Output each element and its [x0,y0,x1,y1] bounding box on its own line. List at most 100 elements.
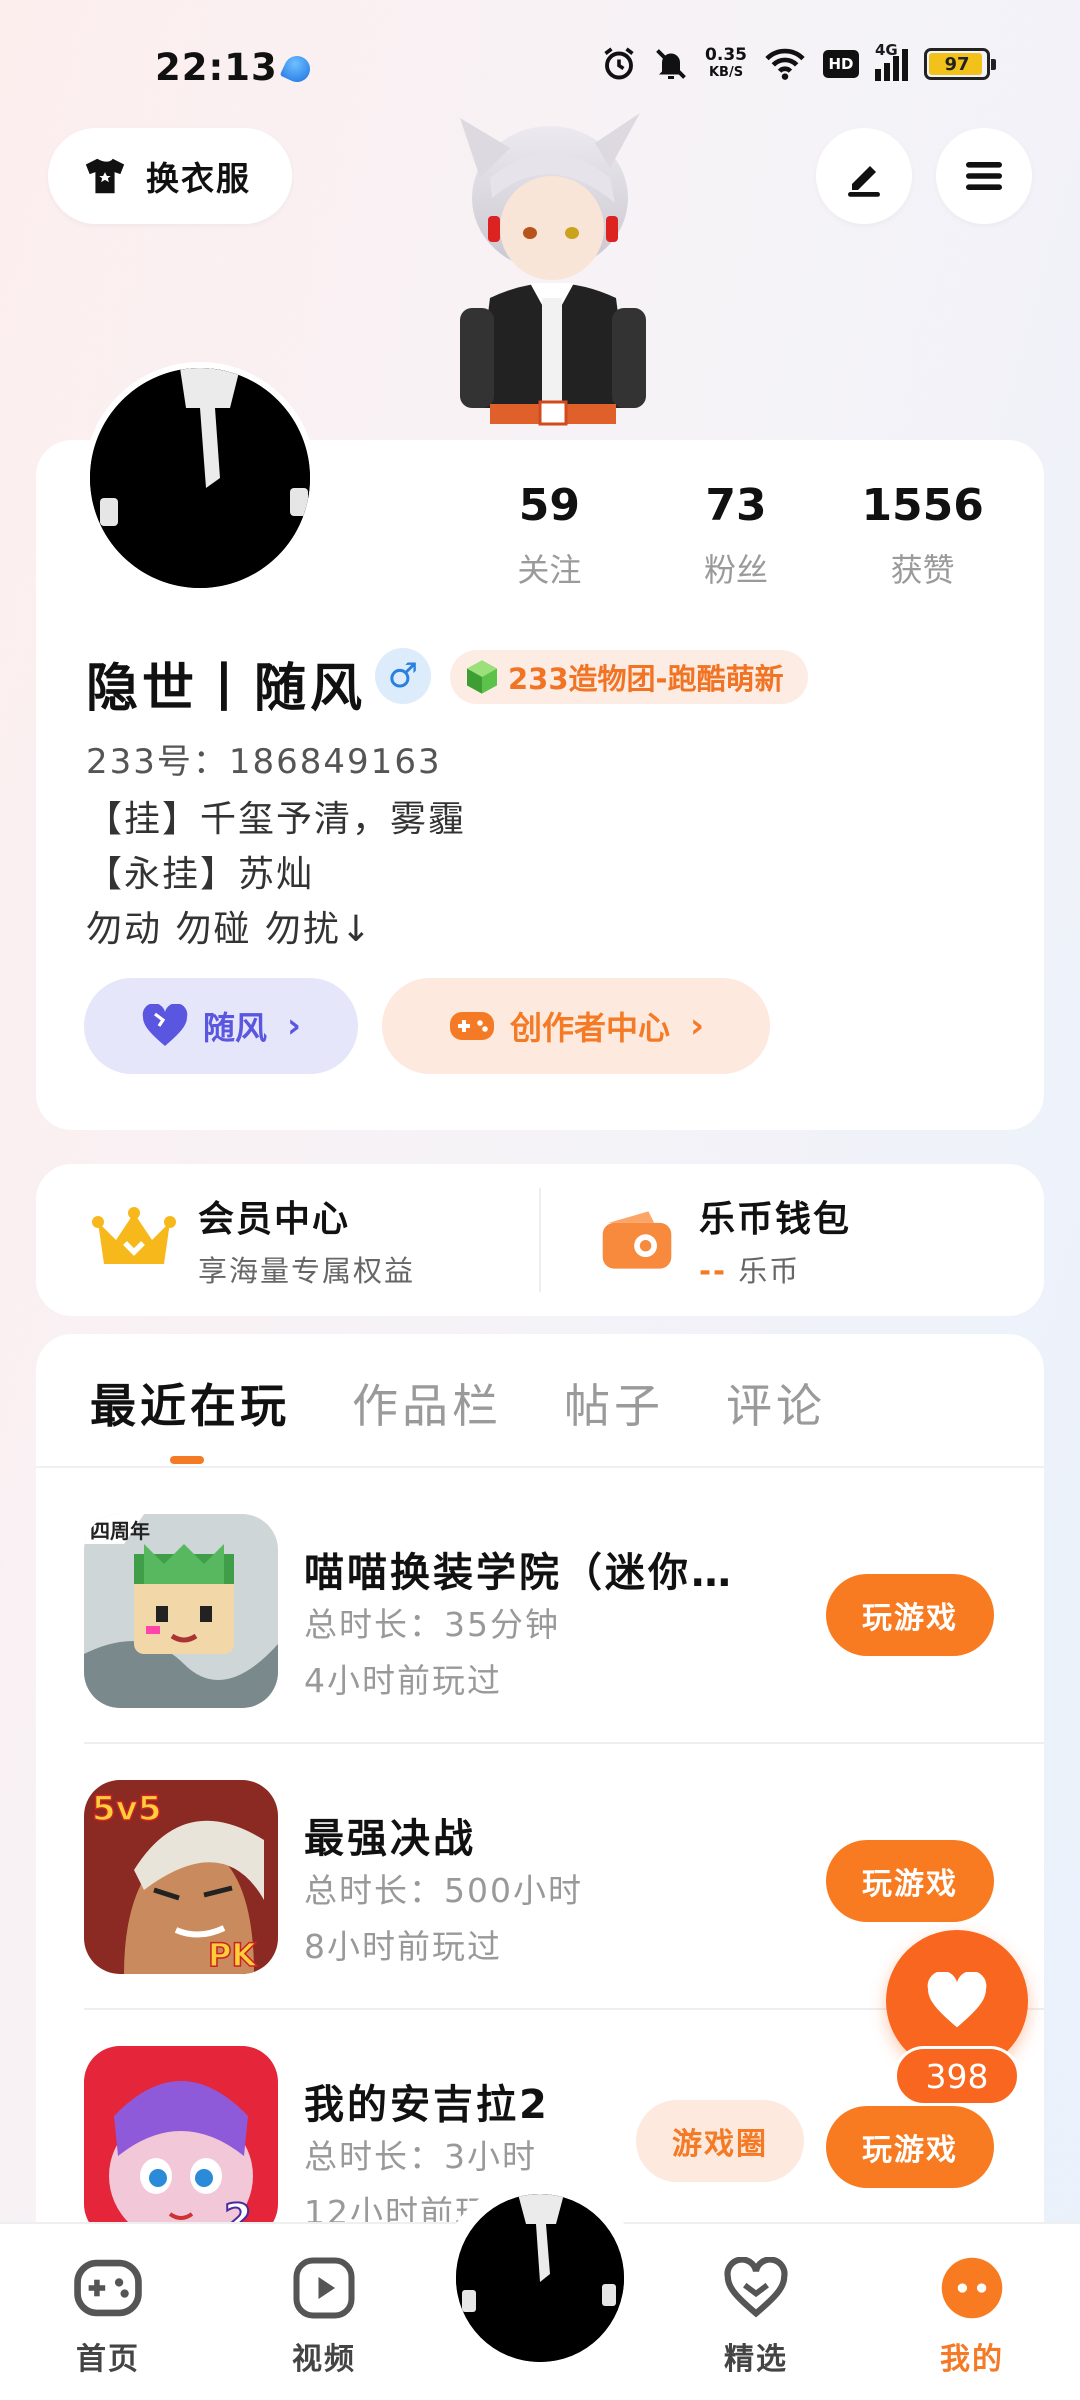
wallet[interactable]: 乐币钱包 -- 乐币 [541,1164,1044,1316]
divider [36,1466,1044,1468]
stat-following-label: 关注 [517,551,582,589]
network-type: 4G [875,41,898,59]
edit-profile-button[interactable] [816,128,912,224]
nav-video-label: 视频 [292,2342,356,2377]
wifi-icon [765,48,805,80]
wallet-balance: -- 乐币 [699,1248,851,1290]
wallet-unit: 乐币 [738,1254,801,1288]
name-chip-label: 随风 [202,1009,267,1047]
game-duration: 总时长：35分钟 [304,1605,560,1644]
status-time: 22:13 [155,46,278,89]
chevron-right-icon: › [690,1006,705,1046]
stat-followers[interactable]: 73 粉丝 [643,480,830,600]
play-game-button[interactable]: 玩游戏 [826,1840,994,1922]
bio-line: 【挂】千玺予清，雾霾 [86,799,467,840]
gamepad-icon [72,2254,144,2322]
network-speed: 0.35 KB/S [705,47,747,81]
mine-icon [936,2254,1008,2322]
wallet-icon [602,1211,672,1269]
signal-icon: 4G [875,41,908,81]
stat-following-value: 59 [518,480,580,531]
svg-text:5v5: 5v5 [92,1789,161,1829]
member-center-subtitle: 享海量专属权益 [198,1254,416,1288]
crown-icon [92,1207,176,1264]
edit-icon [848,166,880,197]
stat-likes[interactable]: 1556 获赞 [829,480,1016,600]
game-icon-miaomiao: 四周年 [84,1514,278,1708]
speed-unit: KB/S [708,65,744,80]
battery-level: 97 [944,53,970,75]
tab-comments[interactable]: 评论 [726,1370,826,1436]
avatar-character-illustration [460,113,646,426]
game-row[interactable]: 四周年 喵喵换装学院（迷你… 总时长：35分钟 4小时前玩过 玩游戏 [84,1514,1044,1710]
creator-center-button[interactable]: 创作者中心 › [382,978,770,1074]
group-tag-label: 233造物团-跑酷萌新 [508,662,784,696]
bio-line: 勿动 勿碰 勿扰↓ [86,909,374,950]
app-notification-icon [279,51,315,87]
bio-line: 【永挂】苏灿 [86,854,315,895]
nav-featured[interactable]: 精选 [696,2254,816,2378]
wallet-title: 乐币钱包 [699,1199,852,1240]
profile-tabs: 最近在玩 作品栏 帖子 评论 [90,1370,826,1436]
stat-followers-label: 粉丝 [704,551,769,589]
nav-mine-label: 我的 [940,2342,1004,2377]
game-last-played: 4小时前玩过 [304,1661,502,1700]
nav-avatar-button[interactable] [456,2194,624,2362]
game-duration: 总时长：500小时 [304,1871,583,1910]
nav-mine[interactable]: 我的 [912,2254,1032,2378]
avatar[interactable] [84,362,316,594]
profile-stats: 59 关注 73 粉丝 1556 获赞 [456,480,1016,600]
nav-home[interactable]: 首页 [48,2254,168,2378]
svg-text:四周年: 四周年 [90,1519,150,1543]
heart-icon [142,1004,188,1046]
game-name: 喵喵换装学院（迷你… [304,1550,734,1596]
stat-likes-value: 1556 [861,480,984,531]
game-name: 我的安吉拉2 [304,2082,550,2128]
game-icon-angela: 2 [84,2046,278,2240]
hd-badge: HD [823,50,859,78]
member-center[interactable]: 会员中心 享海量专属权益 [36,1164,539,1316]
nav-home-label: 首页 [76,2342,140,2377]
like-heart-icon [927,1972,987,2028]
name-chip-button[interactable]: 随风 › [84,978,358,1074]
tab-works[interactable]: 作品栏 [352,1370,502,1436]
game-name: 最强决战 [304,1816,476,1862]
tab-indicator [170,1456,204,1464]
gamepad-icon [449,1012,494,1040]
alarm-icon [604,47,634,80]
creator-center-label: 创作者中心 [509,1009,670,1047]
wardrobe-button[interactable]: 换衣服 [48,128,292,224]
bio: 【挂】千玺予清，雾霾 【永挂】苏灿 勿动 勿碰 勿扰↓ [86,792,466,957]
stat-followers-value: 73 [705,480,767,531]
game-circle-button[interactable]: 游戏圈 [636,2100,804,2182]
mute-icon [656,49,686,79]
user-id: 233号：186849163 [86,742,442,782]
like-count: 398 [894,2046,1020,2106]
stat-following[interactable]: 59 关注 [456,480,643,600]
wallet-value: -- [699,1254,728,1288]
speed-value: 0.35 [705,45,747,65]
svg-text:PK: PK [208,1936,257,1974]
cube-icon [467,660,497,694]
tab-recently-played[interactable]: 最近在玩 [90,1370,290,1436]
tab-posts[interactable]: 帖子 [564,1370,664,1436]
game-last-played: 8小时前玩过 [304,1927,502,1966]
nav-featured-label: 精选 [724,2342,788,2377]
member-center-title: 会员中心 [198,1199,351,1240]
play-game-button[interactable]: 玩游戏 [826,2106,994,2188]
vip-wallet-card: 会员中心 享海量专属权益 乐币钱包 -- 乐币 [36,1164,1044,1316]
heart-outline-icon [720,2254,792,2322]
menu-icon [966,162,1002,190]
menu-button[interactable] [936,128,1032,224]
gender-male-icon: ♂ [375,648,431,704]
stat-likes-label: 获赞 [890,551,955,589]
battery-icon: 97 [924,48,996,80]
nav-video[interactable]: 视频 [264,2254,384,2378]
chevron-right-icon: › [287,1006,302,1046]
divider [84,1742,1044,1744]
group-tag[interactable]: 233造物团-跑酷萌新 [450,650,808,704]
game-row[interactable]: 5v5 PK 最强决战 总时长：500小时 8小时前玩过 玩游戏 [84,1780,1044,1976]
play-game-button[interactable]: 玩游戏 [826,1574,994,1656]
nickname: 隐世丨随风 [86,659,367,719]
avatar-image [456,2194,624,2362]
